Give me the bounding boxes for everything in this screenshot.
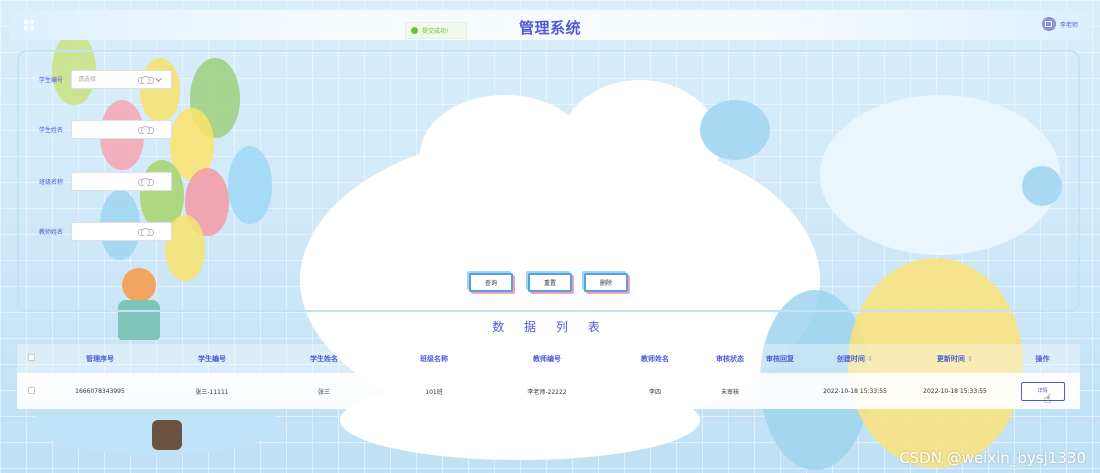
cell-teacher-no: 李老师-22222 [527, 388, 567, 396]
top-bar: 管理系统 提交成功! 李老师 [10, 10, 1090, 40]
sortable-header-updated[interactable]: 更新时间 ⇕ [905, 354, 1005, 364]
user-menu[interactable]: 李老师 [1041, 17, 1078, 31]
cloud-icon [138, 228, 154, 236]
sort-icon[interactable]: ⇕ [867, 355, 873, 363]
list-title: 数 据 列 表 [492, 320, 608, 334]
column-header: 教师姓名 [641, 354, 669, 363]
check-circle-icon [411, 27, 418, 34]
hand-cursor-icon: ☝ [1043, 391, 1052, 407]
toast-message: 提交成功! [422, 28, 449, 35]
cell-student-name: 张三 [317, 388, 330, 396]
row-checkbox[interactable] [27, 386, 35, 394]
user-name: 李老师 [1059, 21, 1078, 29]
column-header: 操作 [1035, 354, 1050, 363]
query-button[interactable]: 查询 [469, 273, 513, 292]
field-student-name: 学生姓名 [39, 120, 172, 139]
field-label: 教师姓名 [39, 229, 64, 236]
cloud-icon [138, 76, 154, 84]
column-header: 创建时间 [836, 354, 865, 363]
cell-updated: 2022-10-18 15:33:55 [923, 387, 987, 395]
reset-button[interactable]: 重置 [528, 273, 572, 292]
table-header: 管理序号 学生编号 学生姓名 班级名称 教师编号 教师姓名 审核状态 审核回复 … [17, 344, 1080, 373]
table-row: 1666078343995 张三-11111 张三 101班 李老师-22222… [17, 373, 1080, 409]
sortable-header-created[interactable]: 创建时间 ⇕ [805, 354, 905, 364]
field-class-name: 班级名称 [39, 172, 172, 191]
column-header: 学生姓名 [310, 354, 338, 363]
field-student-no: 学生编号 请选择 [39, 70, 172, 89]
cell-created: 2022-10-18 15:33:55 [823, 387, 887, 395]
cell-status: 未审核 [720, 388, 739, 396]
cell-id: 1666078343995 [75, 387, 125, 395]
cloud-icon [138, 126, 154, 134]
column-header: 审核回复 [766, 354, 794, 363]
sort-icon[interactable]: ⇕ [967, 355, 973, 363]
teacher-name-input[interactable] [71, 222, 172, 241]
data-table: 管理序号 学生编号 学生姓名 班级名称 教师编号 教师姓名 审核状态 审核回复 … [17, 344, 1080, 409]
column-header: 班级名称 [420, 354, 448, 363]
column-header: 教师编号 [533, 354, 561, 363]
field-label: 学生姓名 [39, 127, 64, 134]
cell-teacher-name: 李四 [648, 388, 661, 396]
avatar-icon [1041, 17, 1056, 31]
cell-class-name: 101班 [425, 388, 443, 396]
student-name-input[interactable] [71, 120, 172, 139]
chevron-down-icon [154, 74, 163, 83]
success-toast: 提交成功! [405, 22, 467, 39]
watermark: CSDN @weixin_bysj1330 [899, 449, 1086, 467]
column-header: 学生编号 [198, 354, 226, 363]
field-label: 班级名称 [39, 179, 64, 186]
cloud-icon [138, 178, 154, 186]
student-no-select[interactable]: 请选择 [71, 70, 172, 89]
detail-button[interactable]: 详情 ☝ [1020, 381, 1065, 407]
app-title: 管理系统 [518, 19, 581, 37]
cell-student-no: 张三-11111 [195, 388, 229, 396]
field-teacher-name: 教师姓名 [39, 222, 172, 241]
column-header: 管理序号 [86, 354, 114, 363]
field-label: 学生编号 [39, 77, 64, 84]
delete-button[interactable]: 删除 [584, 273, 628, 292]
select-placeholder: 请选择 [78, 76, 97, 83]
class-name-input[interactable] [71, 172, 172, 191]
column-header: 更新时间 [936, 354, 965, 363]
column-header: 审核状态 [716, 354, 744, 363]
select-all-checkbox[interactable] [27, 354, 35, 361]
